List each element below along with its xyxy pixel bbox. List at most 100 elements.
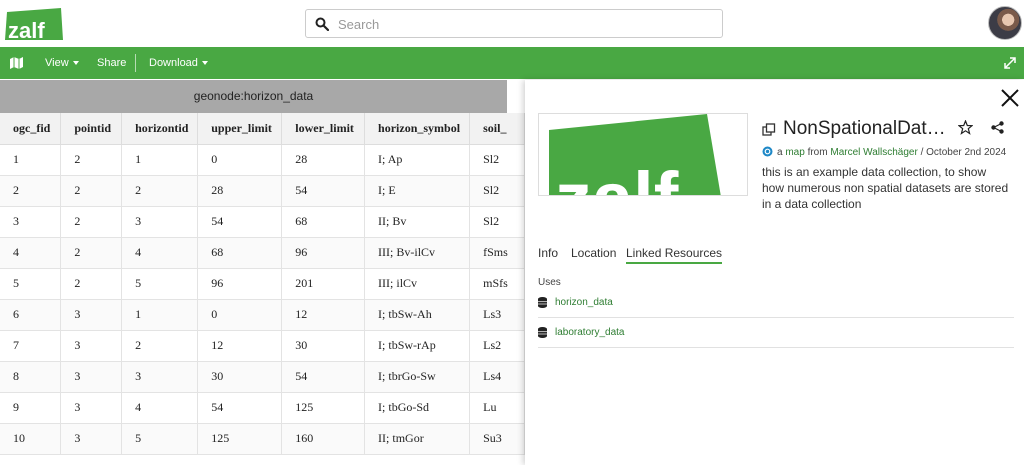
download-label: Download [149,57,198,69]
user-avatar[interactable] [988,6,1022,40]
table-cell: 68 [281,206,366,238]
table-cell: II; tmGor [364,423,471,455]
table-cell: 1 [121,144,199,176]
table-cell: III; Bv-ilCv [364,237,471,269]
table-row[interactable]: 8 3 3 30 54 I; tbrGo-Sw Ls4 [0,361,525,393]
view-label: View [45,57,69,69]
table-cell: mSfs [469,268,525,300]
column-header[interactable]: soil_ [469,113,525,145]
author-link[interactable]: Marcel Wallschäger [830,147,917,158]
table-cell: 3 [60,299,123,331]
table-cell: II; Bv [364,206,471,238]
table-cell: 30 [197,361,283,393]
uses-label: Uses [538,277,561,288]
table-cell: 201 [281,268,366,300]
table-cell: I; tbGo-Sd [364,392,471,424]
table-title-bar: geonode:horizon_data [0,80,507,113]
zalf-logo[interactable]: zalf [5,8,63,40]
table-cell: 6 [0,299,62,331]
close-icon[interactable] [1000,88,1020,108]
table-cell: III; ilCv [364,268,471,300]
thumbnail-logo-text: zalf [555,157,679,196]
table-cell: 5 [0,268,62,300]
chevron-down-icon [72,61,79,66]
search-box[interactable] [305,9,723,38]
table-row[interactable]: 6 3 1 0 12 I; tbSw-Ah Ls3 [0,299,525,331]
download-menu[interactable]: Download [149,47,208,79]
share-icon[interactable] [991,121,1004,134]
meta-from: from [807,147,828,158]
database-icon [538,297,547,308]
table-cell: 4 [121,237,199,269]
share-button[interactable]: Share [97,47,126,79]
resource-type-link[interactable]: map [785,147,804,158]
map-icon[interactable] [10,57,23,69]
tab-location[interactable]: Location [571,246,616,260]
resource-thumbnail: zalf [538,113,748,196]
table-row[interactable]: 10 3 5 125 160 II; tmGor Su3 [0,423,525,455]
table-cell: 10 [0,423,62,455]
table-cell: Su3 [469,423,525,455]
search-input[interactable] [338,15,708,33]
table-cell: 2 [60,237,123,269]
linked-resource-link[interactable]: horizon_data [555,297,613,308]
toolbar-divider [135,54,136,72]
table-cell: 2 [60,144,123,176]
globe-icon [762,146,773,157]
table-cell: fSms [469,237,525,269]
table-cell: I; tbSw-rAp [364,330,471,362]
table-cell: 1 [0,144,62,176]
star-icon[interactable] [958,120,973,135]
table-cell: 9 [0,392,62,424]
table-row[interactable]: 7 3 2 12 30 I; tbSw-rAp Ls2 [0,330,525,362]
table-cell: 3 [121,206,199,238]
table-cell: Lu [469,392,525,424]
top-header: zalf [0,0,1024,47]
tab-info[interactable]: Info [538,246,558,260]
table-row[interactable]: 3 2 3 54 68 II; Bv Sl2 [0,206,525,238]
search-icon [315,17,329,31]
table-cell: 12 [281,299,366,331]
resource-meta: a map from Marcel Wallschäger / October … [762,146,1006,158]
database-icon [538,327,547,338]
attribute-table: ogc_fid pointid horizontid upper_limit l… [0,113,525,465]
linked-resource-link[interactable]: laboratory_data [555,327,625,338]
column-header[interactable]: lower_limit [281,113,366,145]
linked-resource-item[interactable]: horizon_data [538,294,1014,318]
copy-icon[interactable] [762,123,776,137]
view-menu[interactable]: View [45,47,79,79]
table-cell: I; E [364,175,471,207]
table-cell: 2 [60,206,123,238]
table-cell: 0 [197,299,283,331]
table-cell: 2 [60,175,123,207]
tab-linked-resources[interactable]: Linked Resources [626,246,723,264]
table-cell: 8 [0,361,62,393]
column-header[interactable]: upper_limit [197,113,283,145]
expand-icon[interactable] [1004,57,1016,69]
resource-description: this is an example data collection, to s… [762,165,1009,211]
table-cell: I; tbSw-Ah [364,299,471,331]
column-header[interactable]: ogc_fid [0,113,62,145]
table-row[interactable]: 2 2 2 28 54 I; E Sl2 [0,175,525,207]
table-header-row: ogc_fid pointid horizontid upper_limit l… [0,113,525,145]
column-header[interactable]: horizon_symbol [364,113,471,145]
table-row[interactable]: 4 2 4 68 96 III; Bv-ilCv fSms [0,237,525,269]
table-row[interactable]: 9 3 4 54 125 I; tbGo-Sd Lu [0,392,525,424]
table-cell: I; Ap [364,144,471,176]
table-cell: 125 [281,392,366,424]
table-cell: 3 [60,361,123,393]
table-cell: 1 [121,299,199,331]
table-cell: 3 [60,330,123,362]
table-cell: 125 [197,423,283,455]
column-header[interactable]: horizontid [121,113,199,145]
map-toolbar: View Share Download [0,47,1024,79]
table-cell: 4 [121,392,199,424]
table-cell: 54 [281,175,366,207]
table-cell: 96 [197,268,283,300]
table-cell: 4 [0,237,62,269]
linked-resource-item[interactable]: laboratory_data [538,324,1014,348]
column-header[interactable]: pointid [60,113,123,145]
table-cell: Ls2 [469,330,525,362]
table-row[interactable]: 5 2 5 96 201 III; ilCv mSfs [0,268,525,300]
table-row[interactable]: 1 2 1 0 28 I; Ap Sl2 [0,144,525,176]
